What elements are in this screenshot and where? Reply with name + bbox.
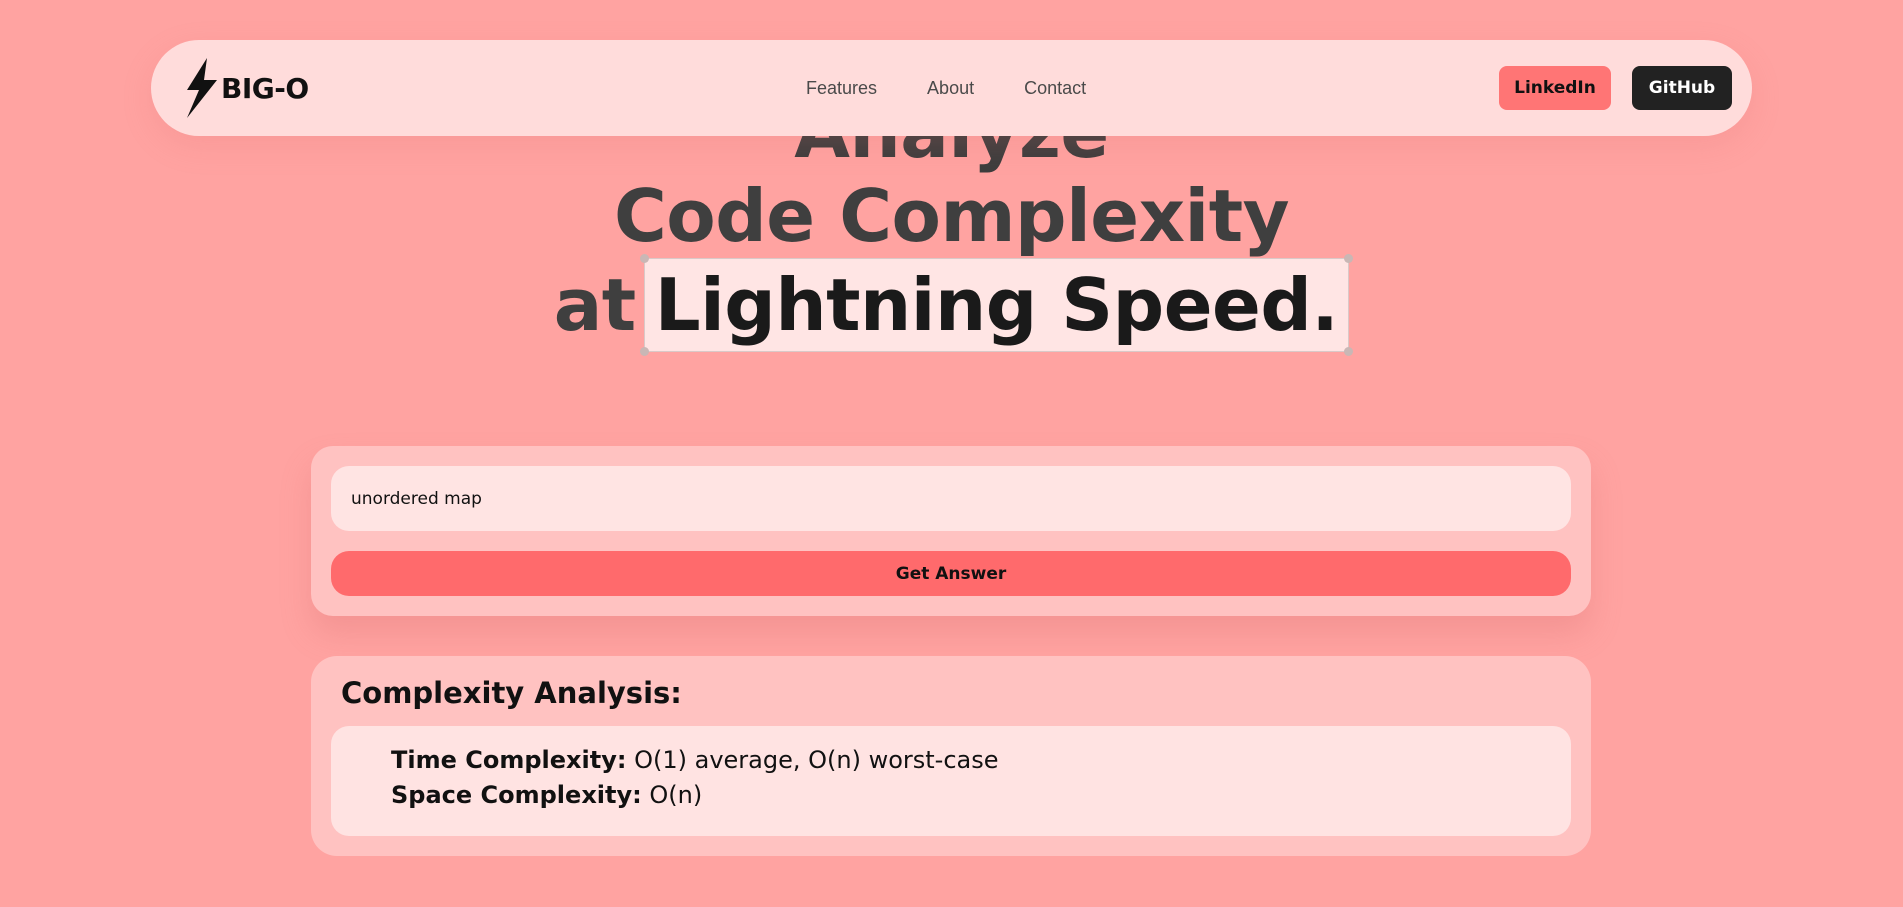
hero-line-2: Code Complexity [613, 174, 1290, 258]
brand-name: BIG-O [221, 71, 309, 105]
space-complexity-label: Space Complexity: [391, 781, 642, 809]
navbar: BIG-O Features About Contact LinkedIn Gi… [151, 40, 1752, 136]
nav-links: Features About Contact [806, 40, 1086, 136]
selection-handle [639, 254, 649, 263]
selection-handle [1344, 254, 1354, 263]
nav-link-features[interactable]: Features [806, 78, 877, 99]
lightning-bolt-icon [187, 58, 217, 118]
selection-handle [1344, 347, 1354, 356]
selection-handle [639, 347, 649, 356]
result-body: Time Complexity: O(1) average, O(n) wors… [331, 726, 1571, 836]
result-title: Complexity Analysis: [341, 676, 682, 710]
time-complexity-value: O(1) average, O(n) worst-case [634, 746, 999, 774]
hero-highlight-text: Lightning Speed. [654, 263, 1339, 347]
space-complexity-row: Space Complexity: O(n) [391, 781, 702, 809]
logo[interactable]: BIG-O [181, 56, 309, 120]
hero-highlight: Lightning Speed. [639, 254, 1354, 356]
time-complexity-row: Time Complexity: O(1) average, O(n) wors… [391, 746, 999, 774]
hero-line-3: at Lightning Speed. [0, 254, 1903, 356]
get-answer-button[interactable]: Get Answer [331, 551, 1571, 596]
github-button[interactable]: GitHub [1632, 66, 1732, 110]
result-card: Complexity Analysis: Time Complexity: O(… [311, 656, 1591, 856]
nav-link-contact[interactable]: Contact [1024, 78, 1086, 99]
query-card: Get Answer [311, 446, 1591, 616]
linkedin-button[interactable]: LinkedIn [1499, 66, 1611, 110]
query-input[interactable] [331, 466, 1571, 531]
nav-link-about[interactable]: About [927, 78, 974, 99]
space-complexity-value: O(n) [649, 781, 703, 809]
hero-line-3-prefix: at [553, 263, 637, 347]
time-complexity-label: Time Complexity: [391, 746, 627, 774]
